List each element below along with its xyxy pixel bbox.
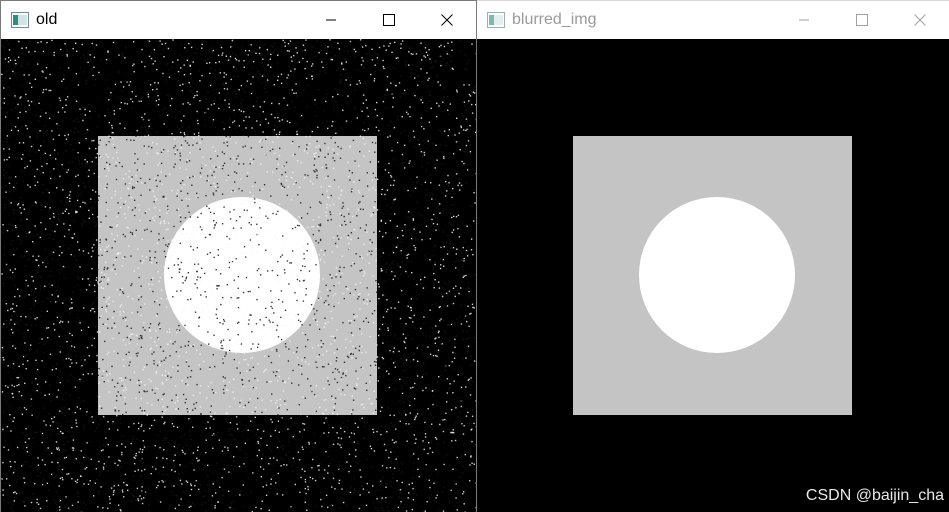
minimize-icon [326,19,336,21]
close-button[interactable] [418,1,476,39]
window-title-old: old [36,11,58,28]
white-circle [639,197,795,353]
maximize-button[interactable] [360,1,418,39]
titlebar-old[interactable]: old [1,1,476,39]
minimize-button[interactable] [302,1,360,39]
close-icon [441,14,453,26]
minimize-icon [799,19,809,21]
close-icon [914,14,926,26]
image-view-old [1,39,476,512]
noisy-image [1,39,476,512]
minimize-button[interactable] [775,1,833,39]
close-button[interactable] [891,1,949,39]
blurred-image [477,39,949,512]
window-old: old [0,0,477,512]
app-icon [11,12,29,28]
app-icon [487,12,505,28]
maximize-icon [856,14,868,26]
window-blurred: blurred_img CSDN @baijin_cha [477,0,949,512]
maximize-button[interactable] [833,1,891,39]
titlebar-blurred[interactable]: blurred_img [477,1,949,39]
image-view-blurred: CSDN @baijin_cha [477,39,949,512]
watermark-text: CSDN @baijin_cha [805,487,944,504]
maximize-icon [383,14,395,26]
window-title-blurred: blurred_img [512,11,597,28]
